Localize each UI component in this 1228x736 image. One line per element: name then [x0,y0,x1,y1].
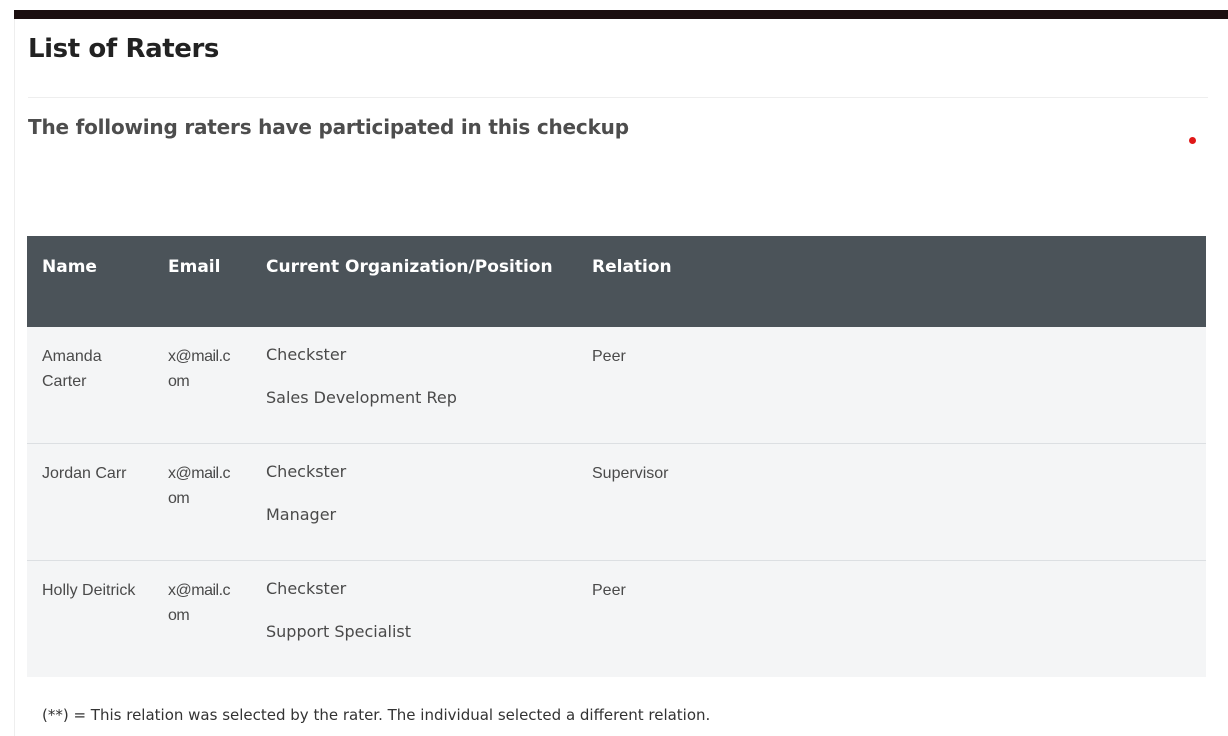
rater-position: Sales Development Rep [266,388,457,407]
title-divider [28,97,1208,98]
table-row: Amanda Carter x@mail.com Checkster Sales… [27,327,1206,444]
top-bar [0,0,1228,19]
header-relation: Relation [577,236,1206,327]
rater-name: Holly Deitrick [27,560,153,677]
rater-position: Manager [266,505,337,524]
header-name: Name [27,236,153,327]
top-bar-strip [14,10,1228,19]
rater-organization-position: Checkster Support Specialist [251,560,577,677]
rater-name: Amanda Carter [42,348,102,390]
rater-email: x@mail.com [168,348,231,390]
rater-email: x@mail.com [153,443,251,561]
rater-organization-position: Checkster Manager [251,443,577,561]
red-dot-indicator-icon [1189,137,1196,144]
rater-relation: Supervisor [577,443,1206,561]
relation-footnote: (**) = This relation was selected by the… [42,706,711,724]
rater-email: x@mail.com [153,560,251,677]
page-title: List of Raters [28,34,219,64]
rater-organization: Checkster [266,345,347,364]
rater-organization-position: Checkster Sales Development Rep [251,327,577,444]
raters-table: Name Email Current Organization/Position… [27,236,1206,677]
table-row: Holly Deitrick x@mail.com Checkster Supp… [27,560,1206,677]
rater-organization: Checkster [266,579,347,598]
header-email: Email [153,236,251,327]
table-header-row: Name Email Current Organization/Position… [27,236,1206,327]
rater-relation: Peer [592,348,626,365]
table-row: Jordan Carr x@mail.com Checkster Manager… [27,443,1206,561]
page-subtitle: The following raters have participated i… [28,115,629,139]
header-organization-position: Current Organization/Position [251,236,577,327]
rater-position: Support Specialist [266,622,412,641]
rater-organization: Checkster [266,462,347,481]
rater-name: Jordan Carr [27,443,153,561]
rater-relation: Peer [577,560,1206,677]
